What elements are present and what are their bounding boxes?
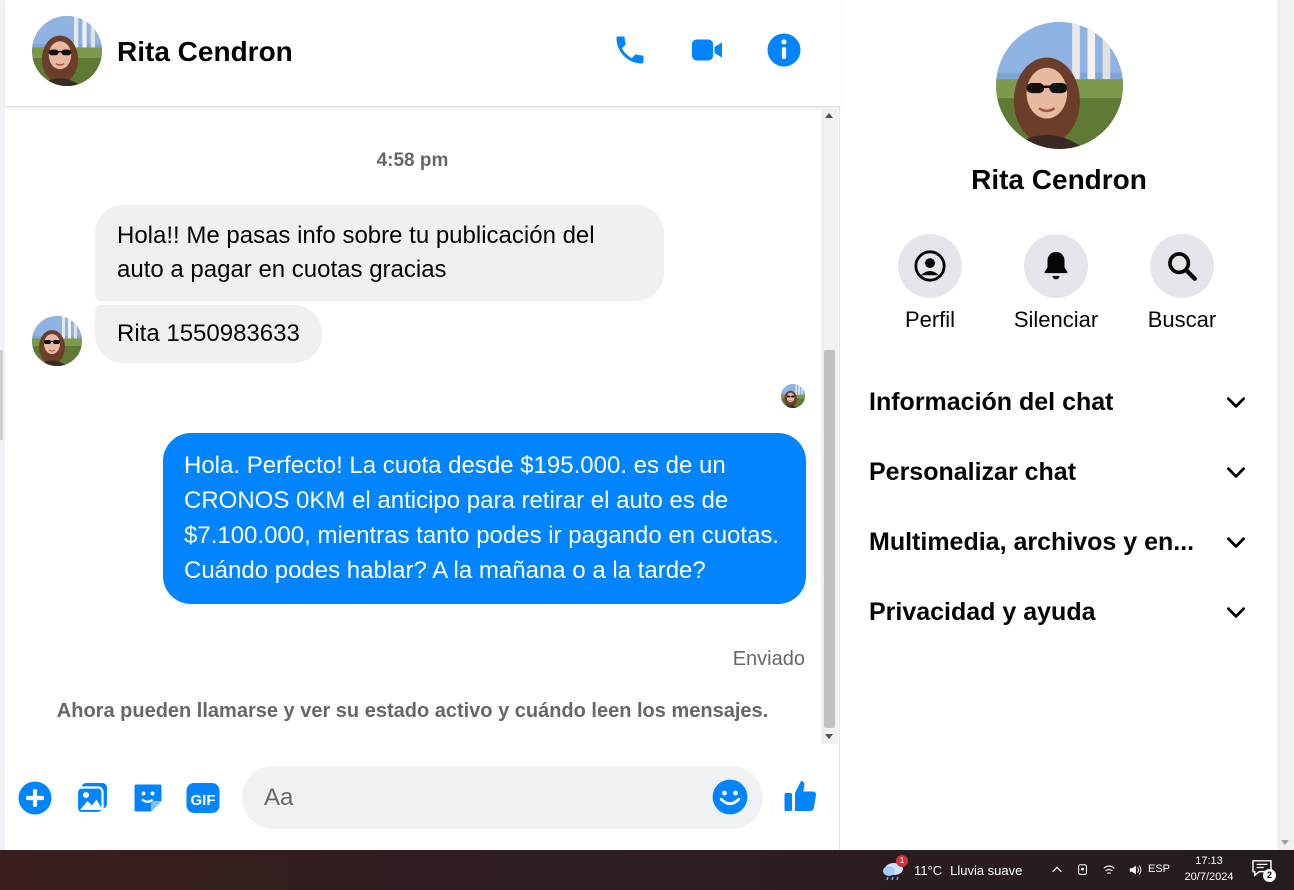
incoming-message[interactable]: Hola!! Me pasas info sobre tu publicació…: [95, 205, 664, 301]
messenger-app: Rita Cendron 4:58 pm Hola!! Me pasas inf…: [0, 0, 1294, 850]
section-privacy-help[interactable]: Privacidad y ayuda: [869, 587, 1249, 637]
photo-icon[interactable]: [72, 778, 112, 818]
contact-avatar[interactable]: [32, 16, 102, 86]
section-title: Privacidad y ayuda: [869, 597, 1096, 626]
windows-taskbar: 1 11°C Lluvia suave ESP 17:13 20/7/2024 …: [0, 850, 1294, 890]
bell-icon: [1024, 234, 1088, 298]
clock-date: 20/7/2024: [1184, 871, 1234, 883]
chevron-down-icon: [1227, 537, 1245, 548]
weather-widget[interactable]: 1 11°C Lluvia suave: [880, 855, 1023, 882]
page-scrollbar[interactable]: [1277, 0, 1294, 850]
clock-time: 17:13: [1195, 855, 1223, 867]
section-title: Información del chat: [869, 387, 1114, 416]
scroll-down-arrow[interactable]: [1281, 840, 1289, 845]
volume-icon[interactable]: [1126, 860, 1144, 880]
mute-label: Silenciar: [1013, 307, 1099, 332]
message-input[interactable]: [242, 766, 763, 829]
gif-icon[interactable]: GIF: [183, 778, 223, 818]
info-icon[interactable]: [764, 30, 804, 70]
privacy-notice: Ahora pueden llamarse y ver su estado ac…: [56, 700, 769, 722]
sent-status: Enviado: [732, 648, 805, 670]
gif-label: GIF: [191, 792, 216, 809]
notification-center-icon[interactable]: 2: [1251, 859, 1277, 882]
emoji-icon[interactable]: [711, 778, 751, 818]
system-tray: [1048, 860, 1144, 880]
search-icon: [1150, 234, 1214, 298]
section-customize-chat[interactable]: Personalizar chat: [869, 447, 1249, 497]
search-label: Buscar: [1147, 307, 1217, 332]
profile-icon: [898, 234, 962, 298]
phone-icon[interactable]: [610, 30, 650, 70]
section-title: Multimedia, archivos y en...: [869, 527, 1195, 556]
video-camera-icon[interactable]: [687, 30, 727, 70]
notification-count: 2: [1263, 869, 1276, 882]
section-chat-info[interactable]: Información del chat: [869, 377, 1249, 427]
system-clock[interactable]: 17:13 20/7/2024: [1180, 853, 1238, 885]
profile-button[interactable]: Perfil: [875, 234, 985, 333]
chevron-up-icon[interactable]: [1048, 860, 1066, 880]
message-list: 4:58 pm Hola!! Me pasas info sobre tu pu…: [5, 108, 820, 744]
profile-avatar[interactable]: [996, 22, 1123, 149]
sticker-icon[interactable]: [128, 778, 168, 818]
chevron-down-icon: [1227, 607, 1245, 618]
chat-info-pane: Rita Cendron Perfil Silenciar Buscar Inf…: [841, 0, 1277, 850]
profile-label: Perfil: [904, 307, 956, 332]
contact-name[interactable]: Rita Cendron: [117, 36, 293, 68]
section-media-files[interactable]: Multimedia, archivos y en...: [869, 517, 1249, 567]
sender-avatar[interactable]: [32, 316, 82, 366]
chevron-down-icon: [1227, 467, 1245, 478]
chat-pane: Rita Cendron 4:58 pm Hola!! Me pasas inf…: [5, 0, 840, 850]
plus-icon[interactable]: [15, 778, 55, 818]
scroll-up-arrow[interactable]: [825, 113, 833, 118]
messages-scrollbar[interactable]: [821, 108, 838, 744]
message-timestamp: 4:58 pm: [376, 150, 449, 171]
scroll-down-arrow[interactable]: [825, 734, 833, 739]
weather-text: Lluvia suave: [950, 862, 1023, 878]
profile-name: Rita Cendron: [971, 164, 1147, 195]
wifi-icon[interactable]: [1100, 860, 1118, 880]
input-language[interactable]: ESP: [1148, 863, 1170, 875]
message-composer: GIF: [5, 752, 840, 848]
rain-cloud-icon: 1: [880, 855, 908, 882]
weather-badge: 1: [896, 855, 908, 867]
read-receipt-avatar: [781, 384, 805, 408]
outgoing-message[interactable]: Hola. Perfecto! La cuota desde $195.000.…: [163, 433, 806, 604]
mute-button[interactable]: Silenciar: [1001, 234, 1111, 333]
chat-header: Rita Cendron: [5, 0, 840, 107]
temperature: 11°C: [914, 862, 943, 878]
incoming-message[interactable]: Rita 1550983633: [95, 305, 322, 363]
chevron-down-icon: [1227, 397, 1245, 408]
search-button[interactable]: Buscar: [1127, 234, 1237, 333]
scroll-thumb[interactable]: [824, 350, 835, 728]
thumbs-up-icon[interactable]: [781, 776, 821, 816]
meet-now-icon[interactable]: [1074, 860, 1092, 880]
section-title: Personalizar chat: [869, 457, 1077, 486]
edge-notch: [0, 350, 3, 440]
